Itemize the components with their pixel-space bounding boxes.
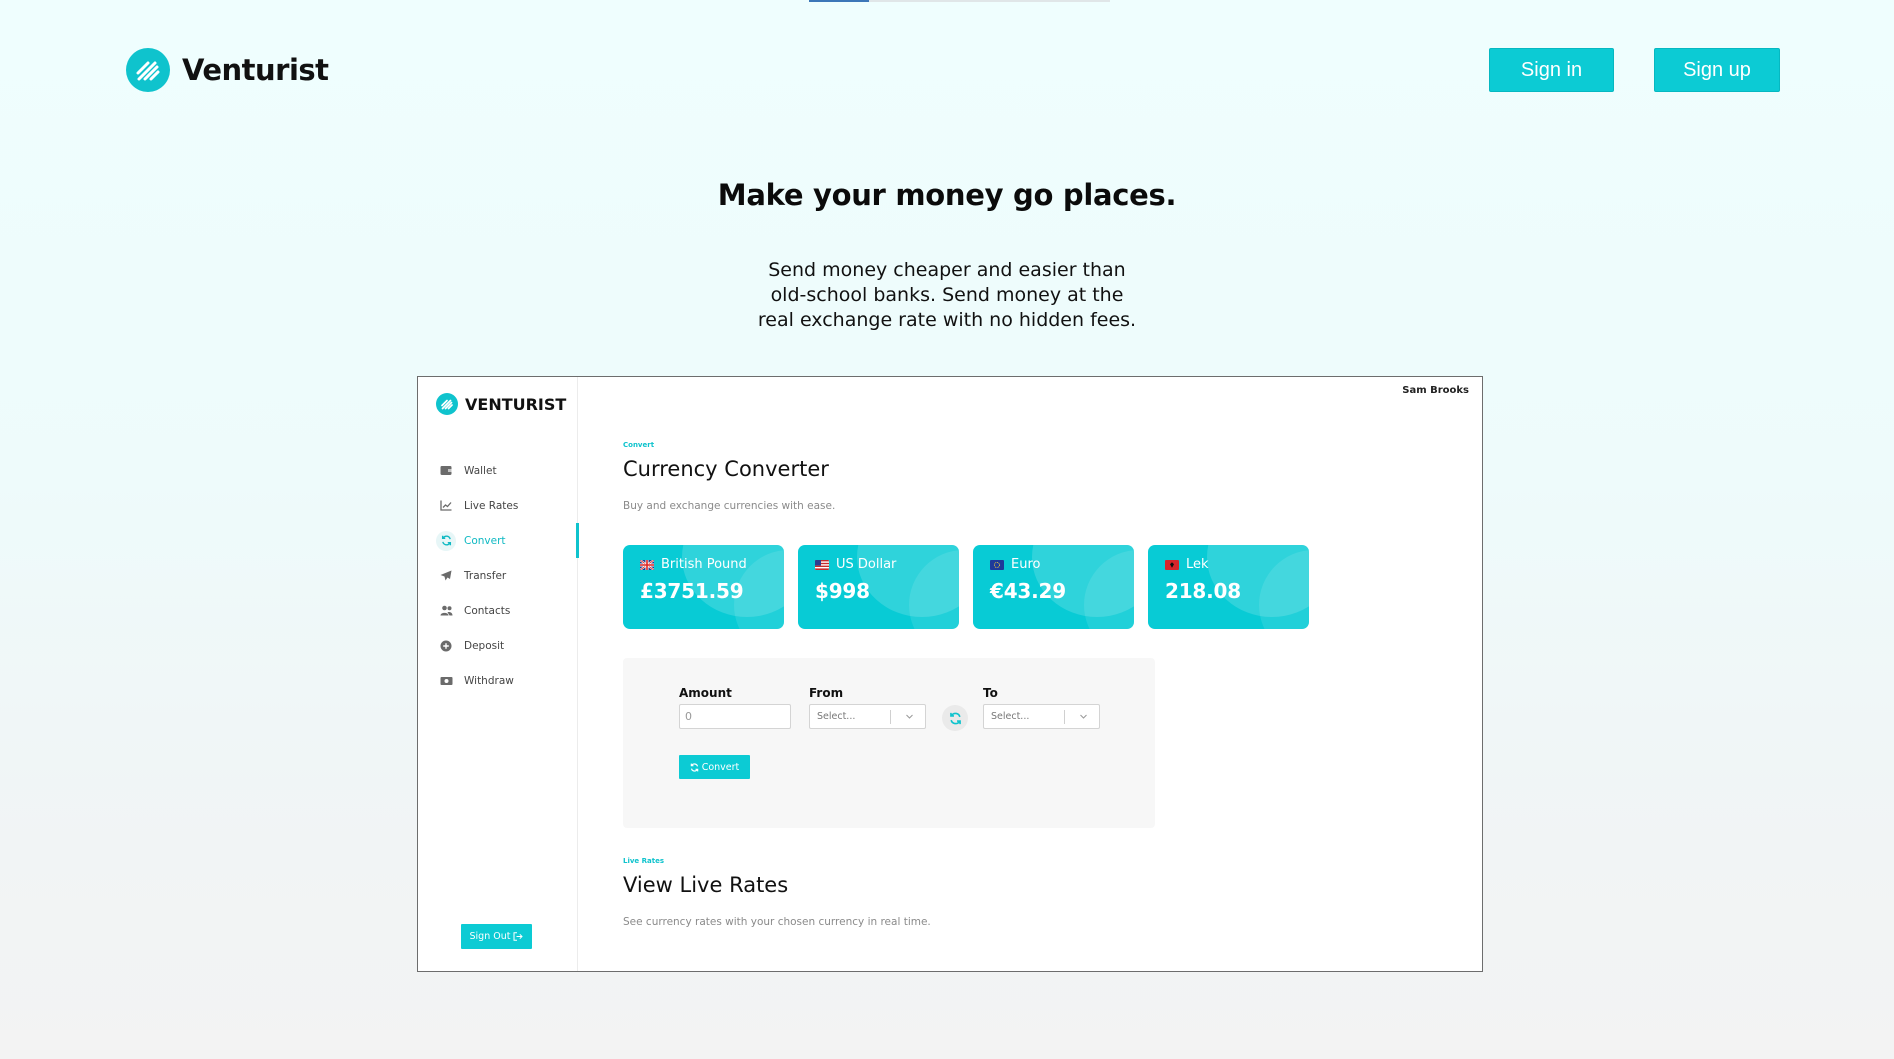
nav-item-convert[interactable]: Convert: [418, 523, 579, 558]
amount-input[interactable]: [679, 704, 791, 729]
hero-title: Make your money go places.: [717, 178, 1177, 212]
nav-item-wallet[interactable]: Wallet: [418, 453, 578, 488]
wallet-icon: [438, 463, 454, 479]
currency-card[interactable]: Lek 218.08: [1148, 545, 1309, 629]
card-balance: 218.08: [1165, 579, 1241, 603]
brand-logo[interactable]: Venturist: [126, 48, 329, 92]
nav-item-label: Contacts: [464, 604, 511, 617]
app-sidebar: VENTURIST Wallet Live Rates Convert Tran…: [418, 377, 579, 971]
select-divider: [890, 710, 891, 724]
to-currency-select[interactable]: Select...: [983, 704, 1100, 729]
select-divider: [1064, 710, 1065, 724]
card-balance: €43.29: [990, 579, 1066, 603]
swap-currencies-button[interactable]: [942, 705, 968, 731]
users-icon: [438, 603, 454, 619]
currency-card[interactable]: US Dollar $998: [798, 545, 959, 629]
converter-form: Amount From Select... To Select... Conve…: [623, 658, 1155, 828]
converter-title: Currency Converter: [623, 457, 829, 481]
converter-eyebrow: Convert: [623, 441, 655, 449]
nav-item-label: Live Rates: [464, 499, 519, 512]
nav-item-label: Convert: [464, 534, 506, 547]
currency-card[interactable]: British Pound £3751.59: [623, 545, 784, 629]
nav-item-label: Deposit: [464, 639, 505, 652]
uk-flag-icon: [640, 559, 654, 570]
app-logo-mark-icon: [436, 393, 458, 415]
currency-cards: British Pound £3751.59 US Dollar $998 Eu…: [623, 545, 1309, 629]
convert-button-label: Convert: [701, 761, 740, 773]
money-bill-icon: [438, 673, 454, 689]
logo-mark-icon: [126, 48, 170, 92]
sign-out-button[interactable]: Sign Out: [461, 924, 532, 949]
albania-flag-icon: [1165, 559, 1179, 570]
convert-button[interactable]: Convert: [679, 755, 750, 779]
nav-item-live-rates[interactable]: Live Rates: [418, 488, 578, 523]
currency-card[interactable]: Euro €43.29: [973, 545, 1134, 629]
card-balance: $998: [815, 579, 870, 603]
nav-item-label: Transfer: [464, 569, 507, 582]
nav-item-withdraw[interactable]: Withdraw: [418, 663, 578, 698]
card-currency-name: Lek: [1186, 557, 1209, 572]
swap-icon: [949, 712, 961, 724]
plus-circle-icon: [438, 638, 454, 654]
from-currency-select[interactable]: Select...: [809, 704, 926, 729]
sign-in-button[interactable]: Sign in: [1489, 48, 1614, 92]
chevron-down-icon: [906, 714, 913, 719]
progress-fill: [809, 0, 870, 2]
live-rates-description: See currency rates with your chosen curr…: [623, 916, 931, 928]
refresh-icon: [436, 530, 456, 551]
from-label: From: [809, 686, 844, 700]
eu-flag-icon: [990, 559, 1004, 570]
live-rates-title: View Live Rates: [623, 873, 789, 897]
brand-name: Venturist: [182, 53, 329, 87]
sign-up-button[interactable]: Sign up: [1654, 48, 1780, 92]
nav-item-deposit[interactable]: Deposit: [418, 628, 578, 663]
app-preview: VENTURIST Wallet Live Rates Convert Tran…: [417, 376, 1483, 972]
from-select-placeholder: Select...: [817, 711, 856, 722]
app-logo[interactable]: VENTURIST: [436, 393, 566, 415]
app-nav: Wallet Live Rates Convert Transfer Conta…: [418, 453, 579, 698]
to-label: To: [983, 686, 998, 700]
us-flag-icon: [815, 559, 829, 570]
hero-subtitle: Send money cheaper and easier than old-s…: [757, 259, 1137, 331]
sign-out-label: Sign Out: [469, 931, 511, 942]
paper-plane-icon: [438, 568, 454, 584]
amount-label: Amount: [679, 686, 732, 700]
card-currency-name: US Dollar: [836, 557, 897, 572]
live-rates-eyebrow: Live Rates: [623, 857, 664, 865]
line-chart-icon: [438, 498, 454, 514]
converter-description: Buy and exchange currencies with ease.: [623, 500, 836, 512]
nav-item-label: Wallet: [464, 464, 497, 477]
nav-item-contacts[interactable]: Contacts: [418, 593, 578, 628]
chevron-down-icon: [1080, 714, 1087, 719]
card-currency-name: Euro: [1011, 557, 1041, 572]
refresh-icon: [690, 762, 698, 772]
app-logo-text: VENTURIST: [465, 394, 567, 414]
card-currency-name: British Pound: [661, 557, 747, 572]
sign-out-icon: [513, 932, 524, 941]
page-scroll-progress: [809, 0, 1110, 2]
user-name[interactable]: Sam Brooks: [1402, 385, 1469, 396]
to-select-placeholder: Select...: [991, 711, 1030, 722]
nav-item-label: Withdraw: [464, 674, 514, 687]
card-balance: £3751.59: [640, 579, 744, 603]
nav-item-transfer[interactable]: Transfer: [418, 558, 578, 593]
